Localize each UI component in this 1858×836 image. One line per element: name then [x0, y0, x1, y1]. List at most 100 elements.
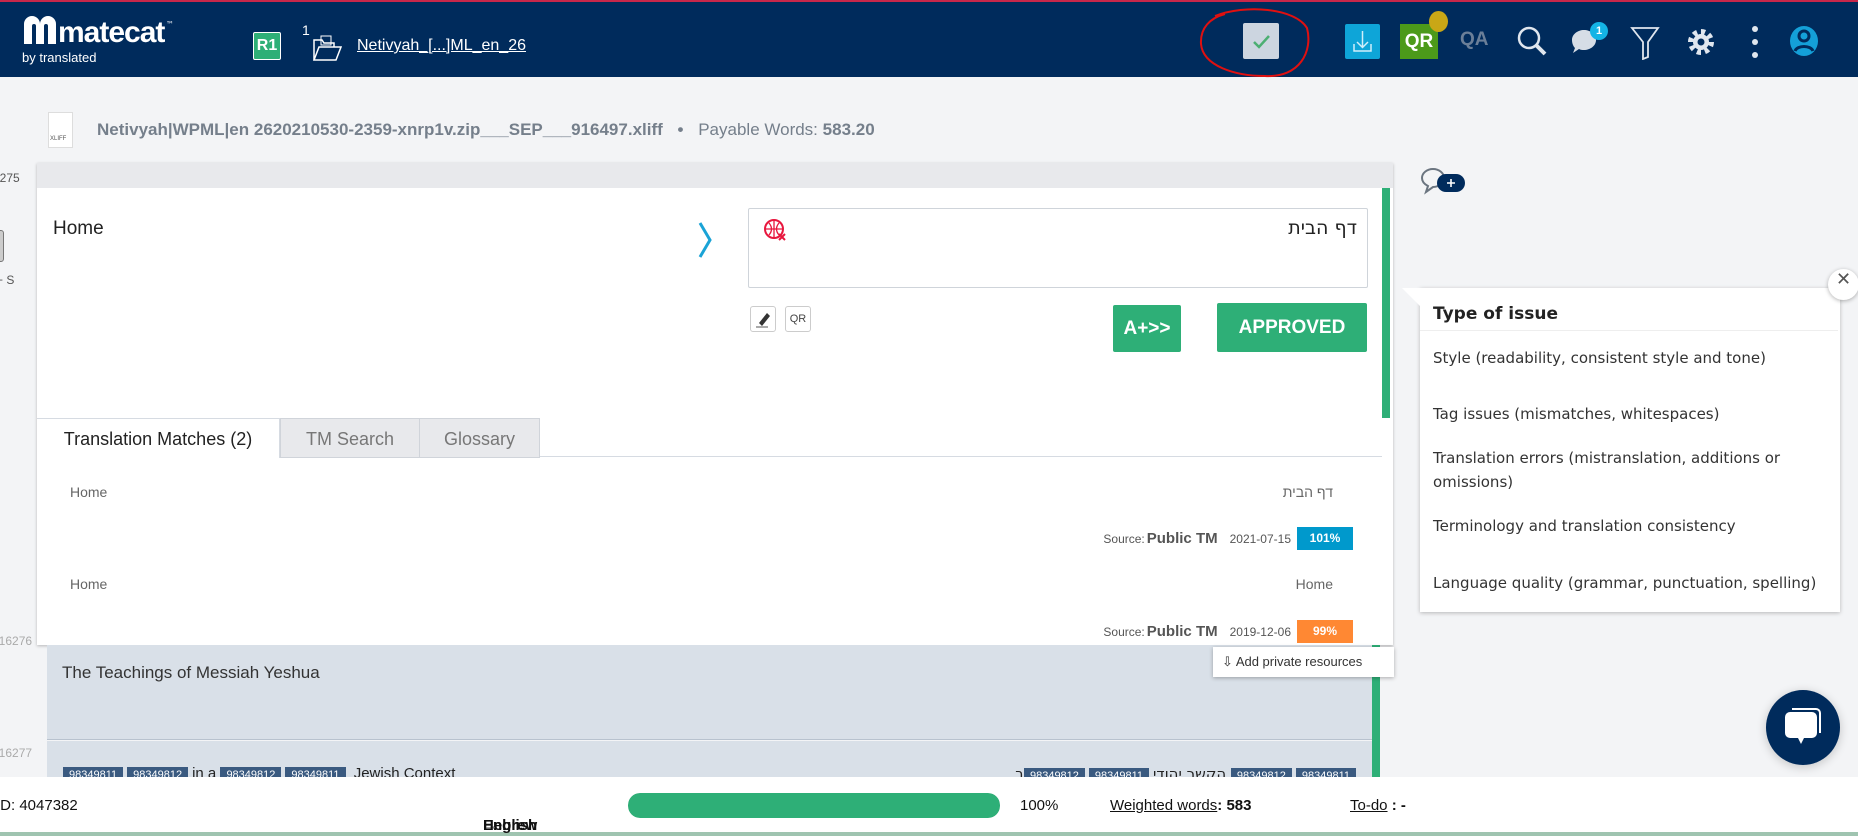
- qr-small-button[interactable]: QR: [785, 306, 811, 332]
- mark-as-complete-button[interactable]: [1243, 23, 1279, 59]
- user-avatar-icon[interactable]: [1788, 24, 1820, 58]
- segment-source: 98349811 98349812 in a 98349812 98349811 Je…: [63, 765, 455, 777]
- copy-source-button[interactable]: A+>>: [1113, 305, 1181, 352]
- add-private-resources-button[interactable]: ⇩ Add private resources: [1213, 647, 1394, 677]
- download-icon: [1353, 31, 1372, 52]
- tab-glossary[interactable]: Glossary: [419, 418, 540, 458]
- match-meta: Source: Public TM 2019-12-06 99%: [1103, 620, 1353, 643]
- qa-button[interactable]: QA: [1460, 29, 1489, 51]
- target-editor[interactable]: דף הבית: [748, 208, 1368, 288]
- inline-tag: 98349812: [1023, 768, 1085, 777]
- issue-type-language-quality[interactable]: Language quality (grammar, punctuation, …: [1433, 571, 1823, 595]
- payable-words-label: Payable Words:: [698, 120, 818, 139]
- match-target: דף הבית: [1282, 484, 1333, 500]
- progress-label: 100%: [1020, 797, 1059, 814]
- upload-icon: ⇩: [1222, 654, 1233, 669]
- xliff-file-icon: XLIFF: [48, 112, 73, 148]
- search-icon[interactable]: [1515, 24, 1551, 60]
- filter-icon[interactable]: [1630, 26, 1660, 60]
- side-button[interactable]: [0, 230, 4, 262]
- tab-translation-matches[interactable]: Translation Matches (2): [37, 418, 280, 458]
- tab-tm-search[interactable]: TM Search: [280, 418, 420, 458]
- active-segment: Home דף הבית QR A+>> APPROVED Translatio…: [37, 163, 1393, 645]
- logo-tm: ™: [166, 20, 174, 29]
- weighted-words-link[interactable]: Weighted words: [1110, 797, 1217, 814]
- close-icon: ✕: [1835, 269, 1852, 290]
- highlight-button[interactable]: [750, 306, 776, 332]
- payable-words-value: 583.20: [822, 120, 875, 139]
- file-icon-label: XLIFF: [50, 136, 67, 142]
- source-label: Source:: [1103, 531, 1145, 546]
- job-name-link[interactable]: Netivyah_[...]ML_en_26: [357, 37, 526, 55]
- inline-tag: 98349811: [285, 767, 346, 777]
- issue-type-panel: Type of issue Style (readability, consis…: [1402, 288, 1840, 612]
- inline-text: ב: [1015, 765, 1024, 777]
- match-origin: Public TM: [1146, 530, 1218, 547]
- segment-number: 316276: [0, 634, 33, 648]
- shortcut-hint: + S: [0, 273, 15, 287]
- match-source: Home: [70, 576, 108, 592]
- segment-row[interactable]: 98349811 98349812 in a 98349812 98349811 Je…: [47, 741, 1380, 777]
- footer-bar: ID: 4047382 English → Hebrew 100% Weight…: [0, 777, 1858, 836]
- add-comment-button[interactable]: [1418, 166, 1468, 200]
- file-count: 1: [302, 22, 310, 38]
- issue-type-terminology[interactable]: Terminology and translation consistency: [1433, 514, 1823, 538]
- add-private-resources-label: Add private resources: [1235, 654, 1363, 669]
- inline-tag: 98349811: [1088, 768, 1150, 777]
- folder-icon[interactable]: [312, 32, 342, 62]
- source-label: Source:: [1103, 624, 1145, 639]
- inline-tag: 98349812: [127, 767, 189, 777]
- inline-tag: 98349812: [1230, 768, 1292, 777]
- comment-add-icon: [1420, 167, 1465, 195]
- panel-pointer: [1402, 288, 1420, 306]
- todo: To-do : -: [1350, 797, 1406, 814]
- segment-row[interactable]: The Teachings of Messiah Yeshua: [47, 645, 1380, 740]
- todo-value: : -: [1387, 797, 1406, 814]
- revision-badge: R1: [253, 32, 281, 60]
- match-score: 99%: [1297, 620, 1353, 643]
- inline-text: הקשר יהודי: [1153, 765, 1227, 777]
- match-meta: Source: Public TM 2021-07-15 101%: [1103, 527, 1353, 550]
- match-date: 2021-07-15: [1229, 531, 1291, 546]
- source-text: Home: [53, 218, 104, 239]
- download-button[interactable]: [1345, 24, 1380, 59]
- match-date: 2019-12-06: [1229, 624, 1291, 639]
- target-language: Hebrew: [483, 817, 538, 834]
- panel-title: Type of issue: [1433, 304, 1558, 324]
- match-target: Home: [1295, 576, 1333, 592]
- progress-bar: [628, 793, 1000, 818]
- match-score: 101%: [1297, 527, 1353, 550]
- qr-notification-dot: [1429, 11, 1448, 32]
- inline-text: Jewish Context: [353, 765, 456, 777]
- segment-source: The Teachings of Messiah Yeshua: [62, 663, 320, 682]
- support-chat-button[interactable]: [1766, 690, 1840, 765]
- matecat-logo-icon: [24, 16, 56, 44]
- inline-tag: 98349811: [63, 767, 124, 777]
- marker-icon: [756, 313, 770, 328]
- issue-type-tag[interactable]: Tag issues (mismatches, whitespaces): [1433, 402, 1823, 426]
- target-text[interactable]: דף הבית: [1288, 217, 1357, 239]
- segment-number: 6275: [0, 171, 20, 185]
- match-origin: Public TM: [1146, 623, 1218, 640]
- todo-link[interactable]: To-do: [1350, 797, 1388, 814]
- close-panel-button[interactable]: ✕: [1828, 269, 1858, 300]
- status-bar-approved: [1382, 188, 1390, 418]
- job-id: ID: 4047382: [0, 797, 78, 814]
- weighted-words-value: : 583: [1217, 797, 1252, 814]
- check-icon: [1253, 35, 1270, 49]
- issue-type-translation-errors[interactable]: Translation errors (mistranslation, addi…: [1433, 446, 1823, 494]
- divider: [1420, 330, 1838, 331]
- settings-gear-icon[interactable]: [1685, 26, 1717, 58]
- inline-tag: 98349812: [220, 767, 282, 777]
- chevron-right-icon: [698, 222, 712, 258]
- inline-text: in a: [192, 765, 217, 777]
- segment-target: הקשר יהודי9834981198349812ב 98349812 9834…: [1015, 765, 1360, 777]
- comment-count-badge: 1: [1590, 22, 1608, 40]
- segment-header-strip: [37, 163, 1393, 188]
- match-source: Home: [70, 484, 108, 500]
- more-options-icon[interactable]: [1748, 24, 1762, 60]
- issue-type-style[interactable]: Style (readability, consistent style and…: [1433, 346, 1823, 370]
- file-info: Netivyah|WPML|en 2620210530-2359-xnrp1v.…: [97, 120, 875, 140]
- file-name: Netivyah|WPML|en 2620210530-2359-xnrp1v.…: [97, 120, 663, 139]
- approved-button[interactable]: APPROVED: [1217, 303, 1367, 352]
